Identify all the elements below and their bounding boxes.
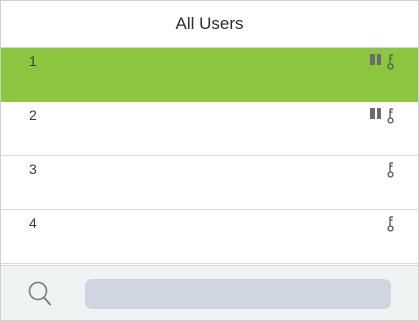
- page-title: All Users: [175, 14, 244, 33]
- user-row-2[interactable]: 2: [1, 102, 418, 156]
- search-input[interactable]: [85, 279, 391, 309]
- key-icon: [387, 108, 394, 124]
- user-row-3[interactable]: 3: [1, 156, 418, 210]
- page-header: All Users: [1, 1, 418, 48]
- user-list-screen: OBA All Users 1 2: [0, 0, 419, 321]
- user-list: 1 2 3 4: [1, 48, 418, 264]
- card-icon: [370, 54, 381, 65]
- key-icon: [387, 162, 394, 178]
- user-row-4[interactable]: 4: [1, 210, 418, 264]
- search-bar: [1, 265, 418, 320]
- card-icon: [370, 108, 381, 119]
- user-id: 1: [29, 53, 37, 69]
- user-id: 2: [29, 107, 37, 123]
- user-id: 4: [29, 215, 37, 231]
- search-icon[interactable]: [27, 280, 53, 308]
- user-row-1[interactable]: 1: [1, 48, 418, 102]
- user-id: 3: [29, 161, 37, 177]
- key-icon: [387, 54, 394, 70]
- key-icon: [387, 216, 394, 232]
